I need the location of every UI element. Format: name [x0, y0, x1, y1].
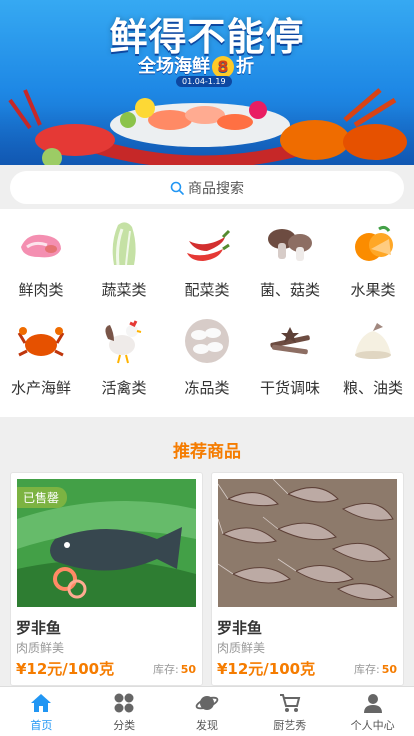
planet-icon: [195, 696, 219, 710]
category-item-poultry[interactable]: 活禽类: [83, 307, 165, 405]
rooster-icon: [105, 320, 142, 364]
category-label: 冻品类: [184, 379, 230, 397]
category-label: 鲜肉类: [18, 281, 64, 299]
promo-banner[interactable]: 鲜得不能停 全场海鲜 8 折 01.04-1.19: [0, 0, 414, 165]
tab-label: 首页: [30, 719, 53, 732]
dumpling-icon: [185, 319, 229, 363]
stock-value: 50: [381, 663, 397, 676]
product-name: 罗非鱼: [16, 619, 62, 637]
product-description: 肉质鲜美: [16, 641, 65, 655]
category-item-seafood[interactable]: 水产海鲜: [0, 307, 82, 405]
product-description: 肉质鲜美: [217, 641, 266, 655]
spice-icon: [270, 327, 310, 355]
product-stock: 库存: 50: [354, 661, 397, 677]
tab-cooking-show[interactable]: 厨艺秀: [248, 687, 331, 736]
tab-profile[interactable]: 个人中心: [331, 687, 414, 736]
category-label: 蔬菜类: [101, 281, 147, 299]
product-stock: 库存: 50: [153, 661, 196, 677]
category-item-vegetables[interactable]: 蔬菜类: [83, 209, 165, 307]
shrimp-photo: [218, 479, 397, 607]
product-card[interactable]: 已售罄 罗非鱼 肉质鲜美 ¥12元/100克 库存: 50: [10, 472, 203, 686]
category-label: 水产海鲜: [10, 379, 71, 397]
category-item-mushrooms[interactable]: 菌、菇类: [249, 209, 331, 307]
orange-icon: [355, 225, 393, 261]
category-icon: [114, 693, 134, 713]
category-item-meat[interactable]: 鲜肉类: [0, 209, 82, 307]
category-label: 配菜类: [184, 281, 230, 299]
sold-out-badge: 已售罄: [17, 487, 68, 508]
stock-label: 库存:: [353, 663, 380, 676]
home-icon: [31, 694, 52, 712]
product-image: 已售罄: [17, 479, 196, 607]
category-item-grain-oil[interactable]: 粮、油类: [332, 307, 414, 405]
mushroom-icon: [268, 229, 312, 261]
category-label: 活禽类: [101, 379, 147, 397]
tab-label: 发现: [195, 719, 218, 732]
tab-label: 厨艺秀: [273, 719, 307, 732]
category-grid: 鲜肉类 蔬菜类 配菜类 菌、菇类 水果类 水产海鲜 活禽类 冻品类 干货调味 粮…: [0, 209, 414, 417]
chili-icon: [187, 229, 231, 261]
tab-label: 个人中心: [350, 719, 395, 732]
cart-icon: [279, 694, 301, 712]
user-icon: [363, 694, 382, 713]
crab-icon: [17, 327, 65, 357]
product-price: ¥12元/100克: [16, 660, 115, 678]
category-label: 干货调味: [259, 379, 320, 397]
search-input[interactable]: 商品搜索: [10, 171, 404, 204]
category-item-frozen[interactable]: 冻品类: [166, 307, 248, 405]
tab-discover[interactable]: 发现: [166, 687, 249, 736]
search-icon: [170, 181, 184, 195]
product-name: 罗非鱼: [217, 619, 263, 637]
category-item-dried-goods[interactable]: 干货调味: [249, 307, 331, 405]
stock-label: 库存:: [152, 663, 179, 676]
recommend-section-title: 推荐商品: [173, 442, 241, 462]
category-item-fruits[interactable]: 水果类: [332, 209, 414, 307]
category-item-side-dishes[interactable]: 配菜类: [166, 209, 248, 307]
product-image: [218, 479, 397, 607]
tab-label: 分类: [113, 719, 136, 732]
category-label: 水果类: [350, 281, 396, 299]
cabbage-icon: [112, 222, 136, 266]
product-card[interactable]: 罗非鱼 肉质鲜美 ¥12元/100克 库存: 50: [211, 472, 404, 686]
stock-value: 50: [180, 663, 196, 676]
meat-icon: [21, 234, 61, 258]
seafood-platter-illustration: [8, 88, 407, 165]
app-page: 鲜得不能停 全场海鲜 8 折 01.04-1.19 商品搜索 鲜肉类 蔬菜类 配…: [0, 0, 414, 736]
tab-home[interactable]: 首页: [0, 687, 83, 736]
category-label: 粮、油类: [342, 379, 403, 397]
category-label: 菌、菇类: [259, 281, 320, 299]
rice-icon: [355, 323, 391, 359]
tab-category[interactable]: 分类: [83, 687, 166, 736]
search-placeholder: 商品搜索: [188, 180, 244, 197]
product-price: ¥12元/100克: [217, 660, 316, 678]
search-bar-container: 商品搜索: [0, 165, 414, 209]
bottom-tab-bar: 首页 分类 发现 厨艺秀 个人中心: [0, 686, 414, 736]
